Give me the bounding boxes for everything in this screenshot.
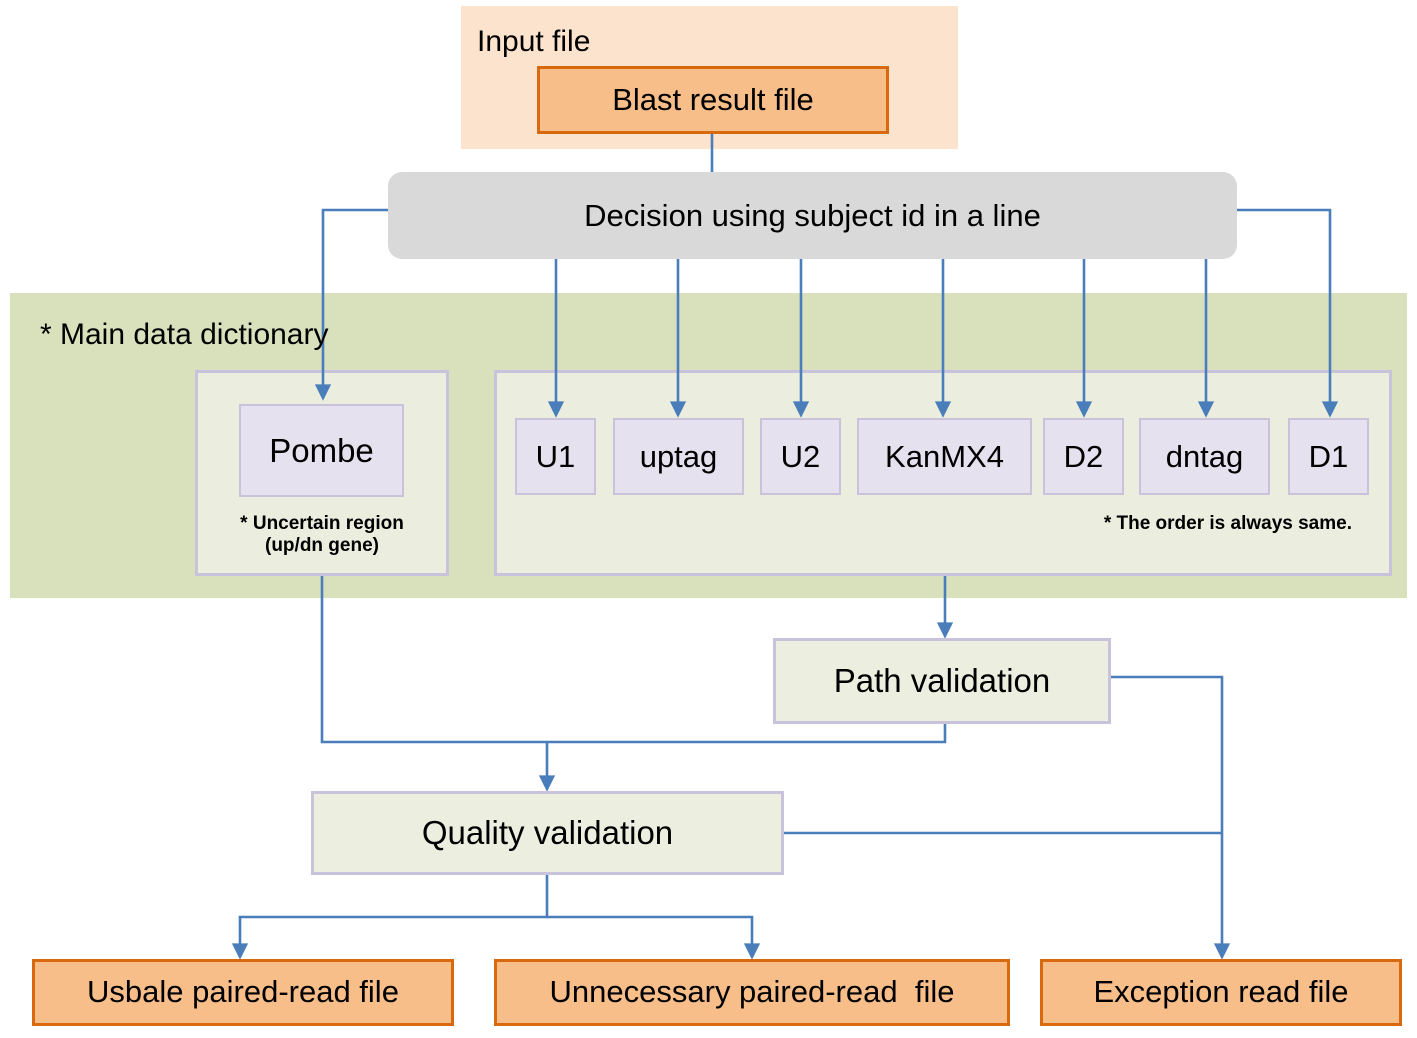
node-blast-result-file[interactable]: Blast result file xyxy=(537,66,889,134)
node-d1[interactable]: D1 xyxy=(1288,418,1369,495)
uncertain-region-note: * Uncertain region (up/dn gene) xyxy=(240,513,404,557)
node-kanmx4[interactable]: KanMX4 xyxy=(857,418,1032,495)
input-file-label: Input file xyxy=(477,25,591,58)
node-u2-label: U2 xyxy=(780,439,821,474)
node-uptag-label: uptag xyxy=(639,439,718,474)
node-path-validation[interactable]: Path validation xyxy=(773,638,1111,724)
edge-path-validation-to-exception xyxy=(1110,675,1231,960)
node-exception-read-file-label: Exception read file xyxy=(1093,974,1349,1010)
node-kanmx4-label: KanMX4 xyxy=(885,439,1004,474)
node-quality-validation-label: Quality validation xyxy=(421,814,674,851)
node-u2[interactable]: U2 xyxy=(760,418,841,495)
node-d1-label: D1 xyxy=(1308,439,1349,474)
node-u1[interactable]: U1 xyxy=(515,418,596,495)
ordered-tags-note: * The order is always same. xyxy=(1103,513,1352,534)
edge-decision-to-pombe xyxy=(314,208,388,401)
main-data-dictionary-title: * Main data dictionary xyxy=(40,318,329,351)
node-usable-paired-read-file[interactable]: Usbale paired-read file xyxy=(32,959,454,1026)
node-dntag[interactable]: dntag xyxy=(1139,418,1270,495)
edge-pombe-to-quality-validation xyxy=(320,576,556,792)
node-dntag-label: dntag xyxy=(1165,439,1244,474)
edge-quality-to-unnecessary xyxy=(547,915,761,960)
node-usable-paired-read-file-label: Usbale paired-read file xyxy=(87,974,399,1010)
node-quality-validation[interactable]: Quality validation xyxy=(311,791,784,875)
node-pombe-label: Pombe xyxy=(269,432,374,469)
node-decision-label: Decision using subject id in a line xyxy=(584,197,1041,233)
node-blast-result-file-label: Blast result file xyxy=(612,81,814,117)
node-exception-read-file[interactable]: Exception read file xyxy=(1040,959,1402,1026)
node-d2-label: D2 xyxy=(1063,439,1104,474)
node-d2[interactable]: D2 xyxy=(1043,418,1124,495)
edge-decision-to-d1 xyxy=(1237,208,1339,418)
node-u1-label: U1 xyxy=(535,439,576,474)
node-pombe[interactable]: Pombe xyxy=(239,404,404,497)
edge-path-validation-to-quality-validation xyxy=(548,724,947,744)
node-uptag[interactable]: uptag xyxy=(613,418,744,495)
node-unnecessary-paired-read-file-label: Unnecessary paired-read file xyxy=(549,974,955,1010)
node-decision-bar[interactable]: Decision using subject id in a line xyxy=(388,172,1237,259)
node-unnecessary-paired-read-file[interactable]: Unnecessary paired-read file xyxy=(494,959,1010,1026)
flowchart-canvas: Input file Blast result file Decision us… xyxy=(0,0,1417,1038)
node-path-validation-label: Path validation xyxy=(833,662,1051,699)
edge-quality-to-usable xyxy=(231,874,549,960)
